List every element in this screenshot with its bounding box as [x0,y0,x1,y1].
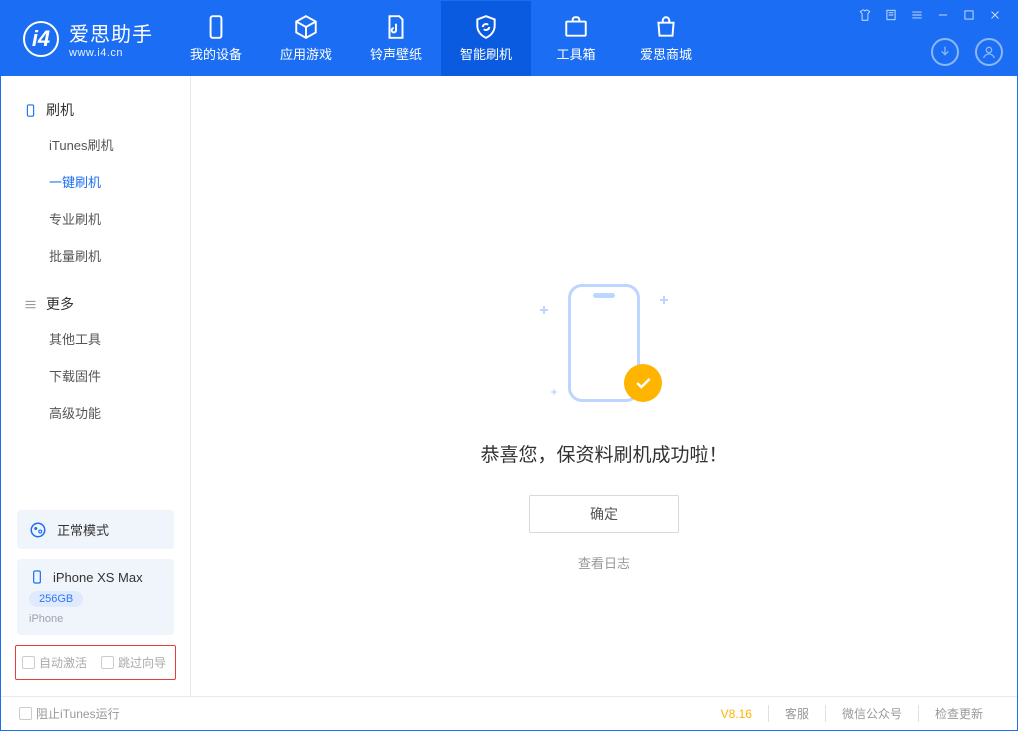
header: i4 爱思助手 www.i4.cn 我的设备 应用游戏 铃声壁纸 智能刷机 [1,1,1017,76]
footer-link-update[interactable]: 检查更新 [918,705,999,722]
sidebar-item-download-fw[interactable]: 下载固件 [1,357,190,394]
flash-options-highlight: 自动激活 跳过向导 [15,645,176,680]
mode-card[interactable]: 正常模式 [17,510,174,549]
user-button[interactable] [975,38,1003,66]
tab-apps-games[interactable]: 应用游戏 [261,1,351,76]
header-right [857,1,1003,76]
sidebar-section-more: 更多 [1,288,190,320]
footer-link-support[interactable]: 客服 [768,705,825,722]
top-nav: 我的设备 应用游戏 铃声壁纸 智能刷机 工具箱 爱思商城 [171,1,711,76]
sidebar-item-advanced[interactable]: 高级功能 [1,394,190,431]
footer-link-wechat[interactable]: 微信公众号 [825,705,918,722]
success-message: 恭喜您，保资料刷机成功啦！ [480,440,727,467]
device-type: iPhone [29,613,162,625]
tab-smart-flash[interactable]: 智能刷机 [441,1,531,76]
briefcase-icon [563,14,589,40]
tab-my-device[interactable]: 我的设备 [171,1,261,76]
app-name: 爱思助手 [69,18,153,47]
list-icon [23,297,38,312]
device-capacity: 256GB [29,591,83,607]
success-check-icon [624,364,662,402]
mode-icon [29,521,47,539]
device-card[interactable]: iPhone XS Max 256GB iPhone [17,559,174,635]
close-icon[interactable] [987,7,1003,23]
tab-store[interactable]: 爱思商城 [621,1,711,76]
phone-icon [203,14,229,40]
sidebar-item-other-tools[interactable]: 其他工具 [1,320,190,357]
sidebar-item-pro-flash[interactable]: 专业刷机 [1,200,190,237]
logo-icon: i4 [23,21,59,57]
checkbox-auto-activate[interactable]: 自动激活 [22,654,87,671]
checkbox-icon [101,656,114,669]
sidebar-item-batch-flash[interactable]: 批量刷机 [1,237,190,274]
app-domain: www.i4.cn [69,47,153,59]
ok-button[interactable]: 确定 [529,495,679,533]
cube-icon [293,14,319,40]
main-panel: 恭喜您，保资料刷机成功啦！ 确定 查看日志 [191,76,1017,696]
checkbox-skip-guide[interactable]: 跳过向导 [101,654,166,671]
sidebar-item-itunes-flash[interactable]: iTunes刷机 [1,126,190,163]
shield-refresh-icon [473,14,499,40]
app-window: i4 爱思助手 www.i4.cn 我的设备 应用游戏 铃声壁纸 智能刷机 [0,0,1018,731]
tab-toolbox[interactable]: 工具箱 [531,1,621,76]
download-button[interactable] [931,38,959,66]
note-icon[interactable] [883,7,899,23]
sidebar: 刷机 iTunes刷机 一键刷机 专业刷机 批量刷机 更多 其他工具 下载固件 … [1,76,191,696]
footer: 阻止iTunes运行 V8.16 客服 微信公众号 检查更新 [1,696,1017,730]
checkbox-block-itunes[interactable]: 阻止iTunes运行 [19,705,120,722]
sidebar-item-onekey-flash[interactable]: 一键刷机 [1,163,190,200]
checkbox-icon [22,656,35,669]
shirt-icon[interactable] [857,7,873,23]
window-controls [857,7,1003,23]
menu-icon[interactable] [909,7,925,23]
checkbox-icon [19,707,32,720]
sidebar-section-flash: 刷机 [1,94,190,126]
view-log-link[interactable]: 查看日志 [578,553,630,572]
mode-label: 正常模式 [57,520,109,539]
body: 刷机 iTunes刷机 一键刷机 专业刷机 批量刷机 更多 其他工具 下载固件 … [1,76,1017,696]
bag-icon [653,14,679,40]
phone-icon [29,569,45,585]
music-file-icon [383,14,409,40]
app-logo: i4 爱思助手 www.i4.cn [1,18,171,59]
tab-ring-wallpaper[interactable]: 铃声壁纸 [351,1,441,76]
success-illustration [534,276,674,416]
version-label: V8.16 [721,707,752,721]
maximize-icon[interactable] [961,7,977,23]
phone-icon [23,103,38,118]
device-name: iPhone XS Max [53,570,143,585]
minimize-icon[interactable] [935,7,951,23]
